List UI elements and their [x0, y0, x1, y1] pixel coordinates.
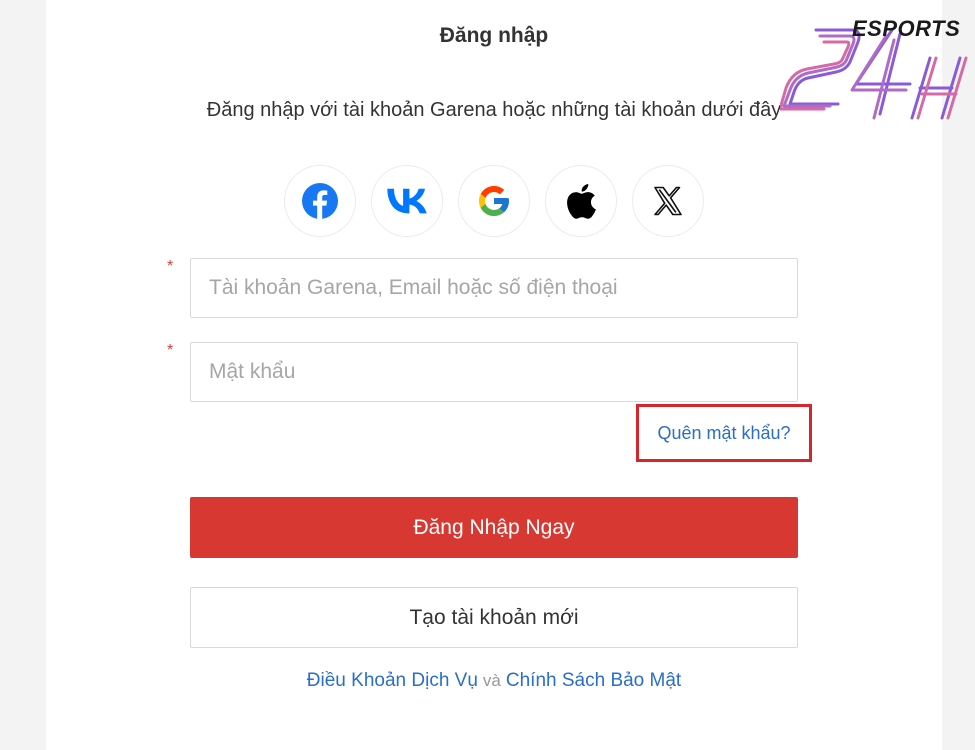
esports24h-watermark-logo: ESPORTS	[780, 14, 970, 124]
password-field	[190, 342, 798, 402]
account-required-mark: *	[167, 258, 174, 275]
forgot-password-link[interactable]: Quên mật khẩu?	[657, 423, 790, 444]
x-login-button[interactable]	[632, 165, 704, 237]
login-button[interactable]: Đăng Nhập Ngay	[190, 497, 798, 558]
terms-line: Điều Khoản Dịch Vụ và Chính Sách Bảo Mật	[46, 670, 942, 692]
account-field	[190, 258, 798, 318]
facebook-icon	[302, 183, 338, 219]
google-icon	[479, 186, 509, 216]
google-login-button[interactable]	[458, 165, 530, 237]
apple-login-button[interactable]	[545, 165, 617, 237]
apple-icon	[567, 183, 596, 219]
terms-and-text: và	[482, 671, 501, 690]
terms-of-service-link[interactable]: Điều Khoản Dịch Vụ	[307, 670, 478, 691]
social-login-row	[284, 165, 704, 237]
x-icon	[654, 186, 682, 216]
vk-icon	[387, 188, 427, 214]
forgot-password-highlight: Quên mật khẩu?	[636, 404, 812, 462]
facebook-login-button[interactable]	[284, 165, 356, 237]
password-input[interactable]	[191, 343, 797, 401]
vk-login-button[interactable]	[371, 165, 443, 237]
login-subtitle: Đăng nhập với tài khoản Garena hoặc nhữn…	[206, 99, 782, 121]
privacy-policy-link[interactable]: Chính Sách Bảo Mật	[506, 670, 681, 691]
create-account-button[interactable]: Tạo tài khoản mới	[190, 587, 798, 648]
password-required-mark: *	[167, 342, 174, 359]
esports-logo-text: ESPORTS	[852, 16, 961, 41]
account-input[interactable]	[191, 259, 797, 317]
